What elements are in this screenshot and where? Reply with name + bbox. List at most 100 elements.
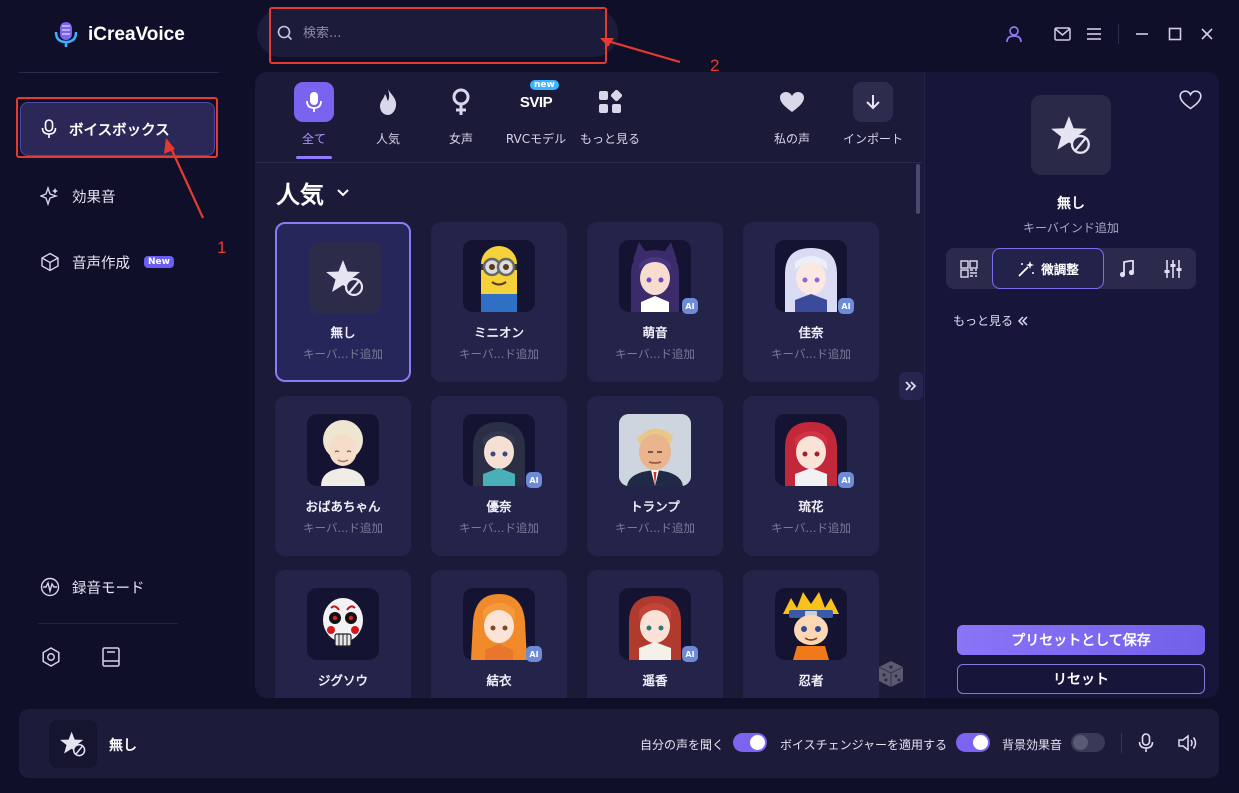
menu-button[interactable] bbox=[1082, 22, 1106, 46]
maximize-button[interactable] bbox=[1163, 22, 1187, 46]
tab-rvc-model[interactable]: SVIP new RVCモデル bbox=[503, 80, 569, 152]
voice-card-trump[interactable]: トランプ キーバ...ド追加 bbox=[587, 396, 723, 556]
logo-mic-icon bbox=[54, 22, 78, 47]
tab-equalizer[interactable] bbox=[1151, 248, 1195, 289]
sidebar-divider-bottom bbox=[38, 623, 178, 624]
man-avatar bbox=[619, 414, 691, 486]
voice-name: ミニオン bbox=[473, 325, 524, 340]
random-dice-button[interactable] bbox=[877, 659, 905, 689]
grid-icon bbox=[960, 259, 978, 278]
voice-name: おばあちゃん bbox=[305, 499, 381, 514]
keybind-hint[interactable]: キーバ...ド追加 bbox=[277, 346, 409, 362]
sidebar-item-record-mode[interactable]: 録音モード bbox=[20, 560, 215, 614]
voice-name: 忍者 bbox=[798, 673, 824, 688]
keybind-hint[interactable]: キーバ...ド追加 bbox=[743, 520, 879, 536]
voice-card-haruka[interactable]: AI 遥香 bbox=[587, 570, 723, 698]
expand-panel-button[interactable] bbox=[899, 372, 923, 400]
keybind-hint[interactable]: キーバ...ド追加 bbox=[587, 346, 723, 362]
show-more-label: もっと見る bbox=[953, 314, 1014, 328]
anime-girl-avatar bbox=[463, 588, 535, 660]
guide-button[interactable] bbox=[101, 646, 121, 668]
microphone-button[interactable] bbox=[1138, 733, 1154, 753]
tab-fine-tune[interactable]: 微調整 bbox=[992, 248, 1104, 289]
hear-myself-toggle[interactable] bbox=[733, 733, 767, 752]
background-sfx-toggle[interactable] bbox=[1071, 733, 1105, 752]
ai-badge: AI bbox=[526, 472, 542, 488]
sidebar-item-voice-creation[interactable]: 音声作成 New bbox=[20, 235, 215, 289]
grandma-avatar bbox=[307, 414, 379, 486]
tab-presets[interactable] bbox=[946, 248, 992, 289]
mic-icon bbox=[1138, 733, 1154, 752]
apply-voice-changer-toggle[interactable] bbox=[956, 733, 990, 752]
ai-badge: AI bbox=[838, 298, 854, 314]
no-effect-icon bbox=[309, 242, 381, 314]
heart-outline-icon bbox=[1179, 90, 1202, 110]
voice-card-grandma[interactable]: おばあちゃん キーバ...ド追加 bbox=[275, 396, 411, 556]
keybind-hint[interactable]: キーバ...ド追加 bbox=[431, 346, 567, 362]
anime-girl-avatar bbox=[775, 414, 847, 486]
annotation-label-1: 1 bbox=[217, 238, 227, 257]
annotation-arrow-2 bbox=[600, 38, 681, 64]
voice-card-kana[interactable]: AI 佳奈 キーバ...ド追加 bbox=[743, 222, 879, 382]
settings-button[interactable] bbox=[40, 646, 62, 668]
tab-label: 女声 bbox=[448, 132, 473, 146]
section-title[interactable]: 人気 bbox=[276, 175, 350, 210]
voice-card-none[interactable]: 無し キーバ...ド追加 bbox=[275, 222, 411, 382]
adjust-tabs: 微調整 bbox=[946, 248, 1196, 289]
tabs-divider bbox=[256, 162, 922, 163]
tab-female[interactable]: 女声 bbox=[439, 82, 483, 152]
voice-card-yui[interactable]: AI 結衣 bbox=[431, 570, 567, 698]
voice-name: 佳奈 bbox=[798, 325, 824, 340]
keybind-hint[interactable]: キーバ...ド追加 bbox=[431, 520, 567, 536]
ninja-avatar bbox=[775, 588, 847, 660]
reset-button[interactable]: リセット bbox=[957, 664, 1205, 694]
bottom-divider bbox=[1121, 733, 1122, 753]
mail-button[interactable] bbox=[1050, 22, 1074, 46]
close-button[interactable] bbox=[1195, 22, 1219, 46]
voice-card-ninja[interactable]: 忍者 bbox=[743, 570, 879, 698]
selected-voice-name: 無し bbox=[1057, 196, 1085, 212]
minimize-button[interactable] bbox=[1130, 22, 1154, 46]
voice-card-mone[interactable]: AI 萌音 キーバ...ド追加 bbox=[587, 222, 723, 382]
app-logo: iCreaVoice bbox=[52, 18, 185, 52]
tab-more[interactable]: もっと見る bbox=[578, 82, 642, 152]
sidebar-item-label: 録音モード bbox=[72, 580, 145, 597]
keybind-hint[interactable]: キーバ...ド追加 bbox=[743, 346, 879, 362]
tab-label: RVCモデル bbox=[505, 132, 567, 146]
tab-music[interactable] bbox=[1106, 248, 1148, 289]
keybind-hint[interactable]: キーバ...ド追加 bbox=[275, 520, 411, 536]
anime-girl-avatar bbox=[619, 240, 691, 312]
maximize-icon bbox=[1168, 27, 1182, 41]
sidebar-item-label: 音声作成 bbox=[72, 255, 130, 272]
user-button[interactable] bbox=[1002, 22, 1026, 46]
voice-name: 琉花 bbox=[798, 499, 824, 514]
voice-list-scrollbar[interactable] bbox=[916, 164, 920, 214]
minimize-icon bbox=[1136, 33, 1148, 35]
save-preset-button[interactable]: プリセットとして保存 bbox=[957, 625, 1205, 655]
voice-card-yuna[interactable]: AI 優奈 キーバ...ド追加 bbox=[431, 396, 567, 556]
book-icon bbox=[102, 647, 120, 667]
ai-badge: AI bbox=[682, 298, 698, 314]
keybind-add-link[interactable]: キーバインド追加 bbox=[986, 219, 1156, 236]
tab-popular[interactable]: 人気 bbox=[366, 82, 410, 152]
new-badge: new bbox=[530, 80, 559, 90]
speaker-icon bbox=[1178, 734, 1197, 752]
chevron-down-icon bbox=[337, 188, 349, 196]
voice-card-minion[interactable]: ミニオン キーバ...ド追加 bbox=[431, 222, 567, 382]
keybind-hint[interactable]: キーバ...ド追加 bbox=[587, 520, 723, 536]
voice-card-jigsaw[interactable]: ジグソウ bbox=[275, 570, 411, 698]
background-sfx-label: 背景効果音 bbox=[1002, 738, 1063, 752]
current-voice-avatar bbox=[49, 720, 97, 768]
tab-import[interactable]: インポート bbox=[842, 82, 904, 152]
sidebar-item-label: 効果音 bbox=[72, 189, 116, 206]
voice-card-ruka[interactable]: AI 琉花 キーバ...ド追加 bbox=[743, 396, 879, 556]
sidebar-item-sound-effects[interactable]: 効果音 bbox=[20, 169, 215, 223]
favorite-button[interactable] bbox=[1179, 90, 1202, 110]
hear-myself-label: 自分の声を聞く bbox=[640, 738, 725, 752]
toggle-knob bbox=[750, 735, 765, 750]
show-more-link[interactable]: もっと見る bbox=[953, 312, 1029, 329]
current-voice-name: 無し bbox=[109, 738, 137, 754]
tab-all[interactable]: 全て bbox=[291, 82, 337, 152]
tab-my-voice[interactable]: 私の声 bbox=[768, 82, 816, 152]
speaker-button[interactable] bbox=[1177, 734, 1197, 752]
